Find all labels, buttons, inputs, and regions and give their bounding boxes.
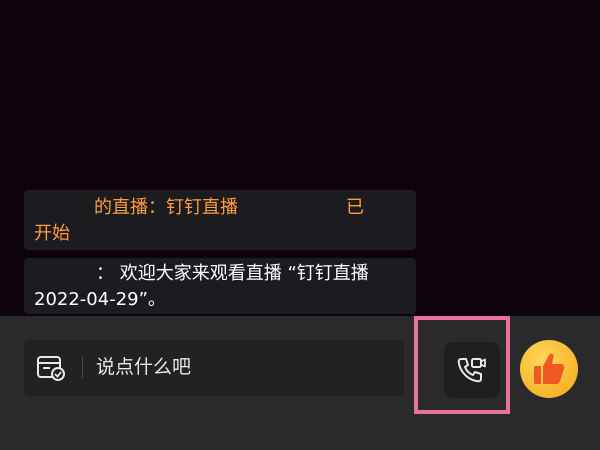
video-call-button[interactable]	[414, 316, 510, 414]
video-call-inner[interactable]	[444, 342, 500, 398]
comment-suffix: 已	[346, 197, 364, 218]
comment-line-1: 的直播：钉钉直播 已	[34, 195, 408, 221]
bottom-bar: 说点什么吧	[0, 316, 600, 450]
masked-text	[238, 195, 346, 221]
input-divider	[82, 356, 83, 378]
comment-line-2: 2022-04-29”。	[34, 289, 166, 310]
comment-prefix: 的直播：	[94, 197, 166, 218]
thumbs-up-icon	[534, 353, 565, 384]
comment-line-2: 开始	[34, 223, 70, 244]
comment-input[interactable]: 说点什么吧	[24, 340, 404, 396]
live-title: 钉钉直播	[166, 197, 238, 218]
comment-line-1: ： 欢迎大家来观看直播 “钉钉直播	[34, 261, 408, 287]
comment-live-started: 的直播：钉钉直播 已 开始	[24, 190, 416, 250]
comment-box-icon	[37, 356, 65, 381]
masked-username	[34, 261, 96, 287]
like-button[interactable]	[520, 340, 578, 398]
welcome-text: ： 欢迎大家来观看直播 “钉钉直播	[96, 263, 369, 284]
input-placeholder: 说点什么吧	[96, 356, 192, 378]
phone-video-icon	[457, 358, 486, 383]
comment-welcome: ： 欢迎大家来观看直播 “钉钉直播 2022-04-29”。	[24, 258, 416, 314]
masked-username	[34, 195, 94, 221]
